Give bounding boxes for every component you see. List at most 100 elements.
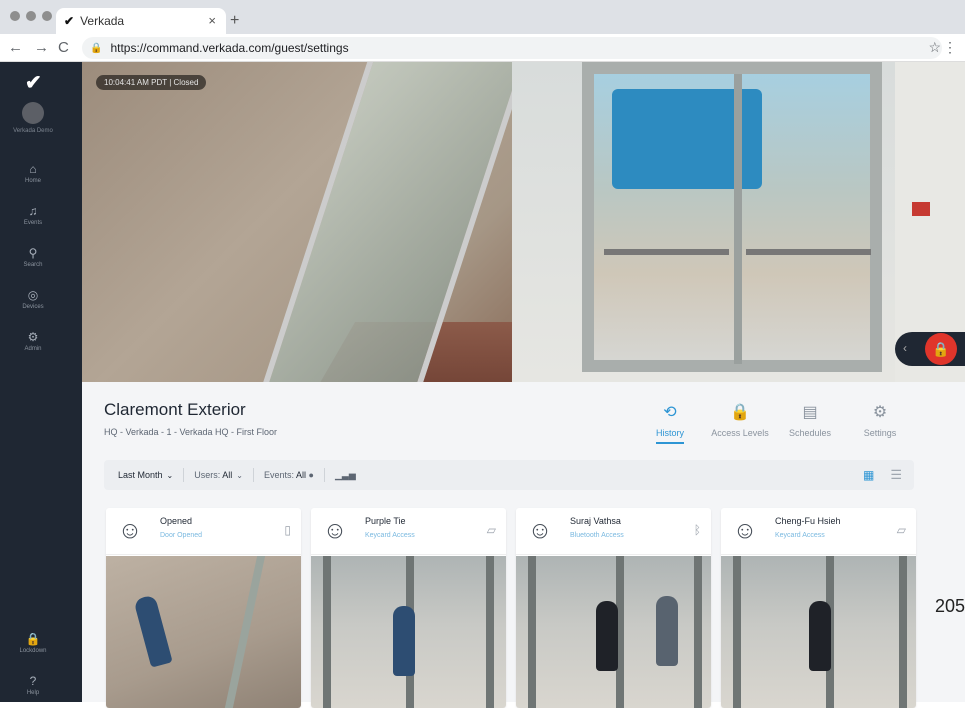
sidebar: ✔ Verkada Demo ⌂ Home ♫ Events ⚲ Search … bbox=[0, 62, 82, 702]
card-subtitle: Keycard Access bbox=[365, 532, 415, 539]
verkada-logo-icon[interactable]: ✔ bbox=[25, 70, 42, 95]
event-card[interactable]: ☺ Suraj Vathsa Bluetooth Access ᛒ bbox=[516, 508, 711, 708]
users-filter-label: Users: bbox=[194, 470, 221, 480]
event-card[interactable]: ☺ Cheng-Fu Hsieh Keycard Access ▱ bbox=[721, 508, 916, 708]
sidebar-item-lockdown[interactable]: 🔒 Lockdown bbox=[4, 632, 62, 654]
door-frame bbox=[323, 556, 331, 708]
browser-menu-icon[interactable]: ⋮ bbox=[943, 39, 957, 56]
fire-sign-scene bbox=[912, 202, 930, 216]
close-tab-icon[interactable]: × bbox=[208, 13, 216, 28]
divider bbox=[323, 468, 325, 482]
user-avatar-icon: ☺ bbox=[732, 517, 758, 544]
door-panel: Claremont Exterior HQ - Verkada - 1 - Ve… bbox=[82, 382, 965, 708]
address-bar[interactable]: 🔒 https://command.verkada.com/guest/sett… bbox=[82, 37, 942, 59]
browser-tab[interactable]: ✔ Verkada × bbox=[56, 8, 226, 34]
reload-icon[interactable]: C bbox=[58, 39, 69, 56]
keycard-icon: ▱ bbox=[896, 523, 906, 537]
door-tabs: ⟲ History 🔒 Access Levels ▤ Schedules ⚙ … bbox=[641, 402, 909, 444]
search-icon: ⚲ bbox=[28, 246, 38, 260]
close-window-button[interactable] bbox=[10, 11, 20, 21]
event-card[interactable]: ☺ Purple Tie Keycard Access ▱ bbox=[311, 508, 506, 708]
event-snapshot[interactable] bbox=[106, 556, 301, 708]
card-header: ☺ Cheng-Fu Hsieh Keycard Access ▱ bbox=[721, 508, 916, 555]
sidebar-item-devices[interactable]: ◎ Devices bbox=[4, 288, 62, 310]
door-location: HQ - Verkada - 1 - Verkada HQ - First Fl… bbox=[104, 427, 278, 437]
tab-schedules[interactable]: ▤ Schedules bbox=[781, 402, 839, 438]
events-filter-label: Events: bbox=[263, 470, 294, 480]
card-title: Opened bbox=[160, 516, 193, 526]
grid-view-icon[interactable]: ▦ bbox=[863, 468, 874, 482]
sidebar-item-label: Help bbox=[26, 690, 40, 696]
door-control: ‹ 🔒 bbox=[895, 332, 965, 366]
card-subtitle: Bluetooth Access bbox=[570, 532, 624, 539]
users-filter-value: All bbox=[222, 470, 233, 480]
camera-feed-left[interactable]: 10:04:41 AM PDT | Closed bbox=[82, 62, 656, 382]
tab-access-levels[interactable]: 🔒 Access Levels bbox=[711, 402, 769, 438]
page-title: Claremont Exterior bbox=[104, 400, 246, 419]
chevron-down-icon: ⌄ bbox=[166, 471, 174, 480]
bell-icon: ♫ bbox=[28, 204, 38, 218]
tab-label: History bbox=[655, 428, 684, 444]
new-tab-button[interactable]: + bbox=[230, 12, 239, 30]
unlock-door-button[interactable]: 🔒 bbox=[925, 333, 957, 365]
sidebar-item-events[interactable]: ♫ Events bbox=[4, 204, 62, 226]
verkada-logo-icon: ✔ bbox=[64, 14, 75, 28]
sidebar-item-label: Admin bbox=[24, 346, 42, 352]
door-frame bbox=[899, 556, 907, 708]
sidebar-item-admin[interactable]: ⚙ Admin bbox=[4, 330, 62, 352]
person-figure bbox=[596, 601, 618, 671]
card-title: Suraj Vathsa bbox=[570, 516, 621, 526]
user-avatar-icon: ☺ bbox=[527, 517, 553, 544]
tab-history[interactable]: ⟲ History bbox=[641, 402, 699, 444]
sidebar-item-search[interactable]: ⚲ Search bbox=[4, 246, 62, 268]
back-arrow-icon[interactable]: ← bbox=[8, 39, 23, 56]
list-view-icon[interactable]: ☰ bbox=[890, 467, 902, 483]
door-frame bbox=[694, 556, 702, 708]
card-title: Purple Tie bbox=[365, 516, 406, 526]
door-frame bbox=[486, 556, 494, 708]
card-header: ☺ Purple Tie Keycard Access ▱ bbox=[311, 508, 506, 555]
chart-toggle-icon[interactable]: ▁▃▅ bbox=[335, 470, 356, 481]
tab-label: Settings bbox=[863, 428, 897, 438]
maximize-window-button[interactable] bbox=[42, 11, 52, 21]
door-frame bbox=[733, 556, 741, 708]
minimize-window-button[interactable] bbox=[26, 11, 36, 21]
event-snapshot[interactable] bbox=[516, 556, 711, 708]
bookmark-star-icon[interactable]: ☆ bbox=[928, 39, 941, 56]
event-snapshot[interactable] bbox=[311, 556, 506, 708]
card-header: ☺ Opened Door Opened ▯ bbox=[106, 508, 301, 555]
browser-toolbar: ← → C 🔒 https://command.verkada.com/gues… bbox=[0, 34, 965, 62]
sidebar-item-label: Home bbox=[24, 178, 41, 184]
door-icon: ▯ bbox=[284, 523, 291, 537]
tab-label: Schedules bbox=[788, 428, 832, 438]
event-card[interactable]: ☺ Opened Door Opened ▯ bbox=[106, 508, 301, 708]
events-filter-select[interactable]: Events: All ● bbox=[264, 470, 314, 480]
forward-arrow-icon[interactable]: → bbox=[34, 39, 49, 56]
camera-feeds: 10:04:41 AM PDT | Closed ‹ 🔒 bbox=[82, 62, 965, 382]
divider bbox=[252, 468, 254, 482]
users-filter-select[interactable]: Users: All ⌄ bbox=[194, 470, 243, 480]
card-subtitle: Keycard Access bbox=[775, 532, 825, 539]
user-avatar-icon: ☺ bbox=[117, 517, 143, 544]
lock-icon: 🔒 bbox=[730, 404, 750, 421]
door-frame bbox=[528, 556, 536, 708]
chevron-left-icon[interactable]: ‹ bbox=[903, 341, 907, 355]
view-toggle: ▦ ☰ bbox=[863, 467, 914, 483]
url-text: https://command.verkada.com/guest/settin… bbox=[110, 41, 349, 55]
person-figure bbox=[393, 606, 415, 676]
gear-icon: ⚙ bbox=[872, 404, 888, 421]
event-snapshot[interactable] bbox=[721, 556, 916, 708]
person-figure bbox=[133, 594, 173, 668]
sidebar-item-home[interactable]: ⌂ Home bbox=[4, 162, 62, 184]
org-avatar[interactable] bbox=[22, 102, 44, 124]
door-frame bbox=[224, 556, 266, 708]
card-subtitle: Door Opened bbox=[160, 532, 203, 539]
door-divider bbox=[734, 74, 742, 364]
sidebar-item-help[interactable]: ? Help bbox=[4, 674, 62, 696]
date-range-value: Last Month bbox=[118, 470, 163, 480]
tab-settings[interactable]: ⚙ Settings bbox=[851, 402, 909, 438]
secure-lock-icon: 🔒 bbox=[90, 42, 103, 54]
camera-feed-right[interactable] bbox=[512, 62, 965, 382]
admin-icon: ⚙ bbox=[27, 330, 39, 344]
date-range-select[interactable]: Last Month ⌄ bbox=[118, 470, 173, 480]
